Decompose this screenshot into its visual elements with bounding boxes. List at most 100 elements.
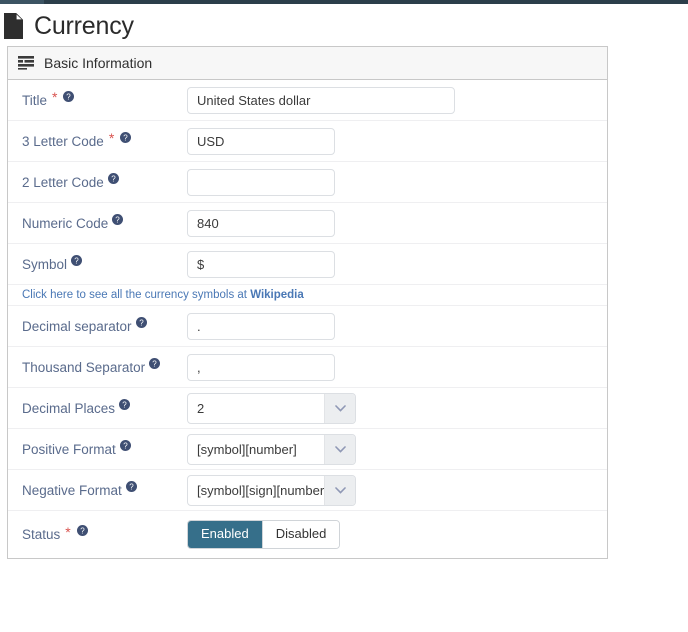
chevron-down-icon[interactable] <box>324 393 355 423</box>
label-decimal-separator-text: Decimal separator <box>22 318 132 334</box>
negative-format-value: [symbol][sign][number] <box>197 482 328 498</box>
svg-text:?: ? <box>122 400 127 409</box>
numeric-code-input[interactable] <box>187 209 335 237</box>
field-decimal-separator <box>187 312 607 340</box>
list-lines-icon <box>18 56 34 70</box>
three-letter-code-input[interactable] <box>187 127 335 155</box>
decimal-places-value: 2 <box>197 400 205 416</box>
help-icon[interactable]: ? <box>63 90 75 102</box>
basic-information-panel: Basic Information Title * ? 3 Letter Cod… <box>7 46 608 559</box>
wikipedia-link-prefix: Click here to see all the currency symbo… <box>22 288 251 301</box>
svg-text:?: ? <box>129 482 134 491</box>
field-positive-format: [symbol][number] <box>187 433 607 465</box>
title-input[interactable] <box>187 86 455 114</box>
svg-text:?: ? <box>67 92 72 101</box>
field-three-letter-code <box>187 127 607 155</box>
field-two-letter-code <box>187 168 607 196</box>
field-status: Enabled Disabled <box>187 520 607 549</box>
decimal-places-select[interactable]: 2 <box>187 392 356 424</box>
positive-format-select[interactable]: [symbol][number] <box>187 433 356 465</box>
field-title <box>187 86 607 114</box>
label-two-letter-code-text: 2 Letter Code <box>22 174 104 190</box>
form-row-status: Status * ? Enabled Disabled <box>8 511 607 558</box>
panel-body: Title * ? 3 Letter Code * ? <box>8 80 607 558</box>
required-asterisk: * <box>108 130 115 146</box>
label-positive-format-text: Positive Format <box>22 441 116 457</box>
svg-text:?: ? <box>111 174 116 183</box>
field-symbol <box>187 250 607 278</box>
help-icon[interactable]: ? <box>119 398 131 410</box>
label-thousand-separator: Thousand Separator ? <box>22 357 187 375</box>
wikipedia-symbols-link[interactable]: Click here to see all the currency symbo… <box>22 289 304 301</box>
svg-text:?: ? <box>152 359 157 368</box>
required-asterisk: * <box>65 523 71 540</box>
label-symbol: Symbol ? <box>22 254 187 272</box>
wikipedia-link-target: Wikipedia <box>250 288 304 301</box>
label-decimal-places-text: Decimal Places <box>22 400 116 416</box>
svg-text:?: ? <box>80 526 85 535</box>
field-negative-format: [symbol][sign][number] <box>187 474 607 506</box>
help-icon[interactable]: ? <box>76 525 88 536</box>
svg-text:?: ? <box>74 256 79 265</box>
help-icon[interactable]: ? <box>135 316 147 328</box>
label-decimal-places: Decimal Places ? <box>22 398 187 416</box>
help-icon[interactable]: ? <box>125 480 137 492</box>
currency-symbols-link-row: Click here to see all the currency symbo… <box>8 285 607 306</box>
form-row-decimal-places: Decimal Places ? 2 <box>8 388 607 429</box>
status-disabled-button[interactable]: Disabled <box>261 521 340 548</box>
field-numeric-code <box>187 209 607 237</box>
symbol-input[interactable] <box>187 250 335 278</box>
label-negative-format-text: Negative Format <box>22 482 122 498</box>
label-decimal-separator: Decimal separator ? <box>22 316 187 334</box>
negative-format-select[interactable]: [symbol][sign][number] <box>187 474 356 506</box>
field-decimal-places: 2 <box>187 392 607 424</box>
form-row-title: Title * ? <box>8 80 607 121</box>
chevron-down-icon[interactable] <box>324 434 355 464</box>
help-icon[interactable]: ? <box>71 254 83 266</box>
label-status: Status * ? <box>22 523 187 542</box>
label-numeric-code: Numeric Code ? <box>22 213 187 231</box>
positive-format-value: [symbol][number] <box>197 441 297 457</box>
file-document-icon <box>2 12 26 40</box>
chevron-down-icon[interactable] <box>324 475 355 505</box>
form-row-thousand-separator: Thousand Separator ? <box>8 347 607 388</box>
help-icon[interactable]: ? <box>107 172 119 184</box>
label-title: Title * ? <box>22 89 187 108</box>
status-toggle-group: Enabled Disabled <box>187 520 341 549</box>
form-row-positive-format: Positive Format ? [symbol][number] <box>8 429 607 470</box>
help-icon[interactable]: ? <box>112 213 124 225</box>
form-row-numeric-code: Numeric Code ? <box>8 203 607 244</box>
label-two-letter-code: 2 Letter Code ? <box>22 172 187 190</box>
help-icon[interactable]: ? <box>149 357 161 369</box>
svg-text:?: ? <box>124 133 129 142</box>
label-status-text: Status <box>22 527 61 542</box>
label-thousand-separator-text: Thousand Separator <box>22 359 146 375</box>
label-title-text: Title <box>22 92 48 108</box>
label-positive-format: Positive Format ? <box>22 439 187 457</box>
form-row-two-letter-code: 2 Letter Code ? <box>8 162 607 203</box>
panel-header: Basic Information <box>8 47 607 80</box>
required-asterisk: * <box>52 89 58 105</box>
page-title-bar: Currency <box>0 4 688 42</box>
help-icon[interactable]: ? <box>120 131 132 143</box>
page-title: Currency <box>34 11 134 40</box>
status-enabled-button[interactable]: Enabled <box>188 521 262 548</box>
svg-text:?: ? <box>116 215 121 224</box>
navbar-brand-segment[interactable] <box>0 0 44 4</box>
form-row-three-letter-code: 3 Letter Code * ? <box>8 121 607 162</box>
label-three-letter-code: 3 Letter Code * ? <box>22 130 187 149</box>
help-icon[interactable]: ? <box>119 439 131 451</box>
form-row-negative-format: Negative Format ? [symbol][sign][number] <box>8 470 607 511</box>
label-symbol-text: Symbol <box>22 256 68 272</box>
two-letter-code-input[interactable] <box>187 168 335 196</box>
svg-text:?: ? <box>123 441 128 450</box>
field-thousand-separator <box>187 353 607 381</box>
panel-title: Basic Information <box>44 55 153 71</box>
svg-text:?: ? <box>139 318 144 327</box>
label-three-letter-code-text: 3 Letter Code <box>22 133 104 149</box>
label-negative-format: Negative Format ? <box>22 480 187 498</box>
thousand-separator-input[interactable] <box>187 353 335 381</box>
decimal-separator-input[interactable] <box>187 312 335 340</box>
form-row-symbol: Symbol ? <box>8 244 607 285</box>
form-row-decimal-separator: Decimal separator ? <box>8 306 607 347</box>
